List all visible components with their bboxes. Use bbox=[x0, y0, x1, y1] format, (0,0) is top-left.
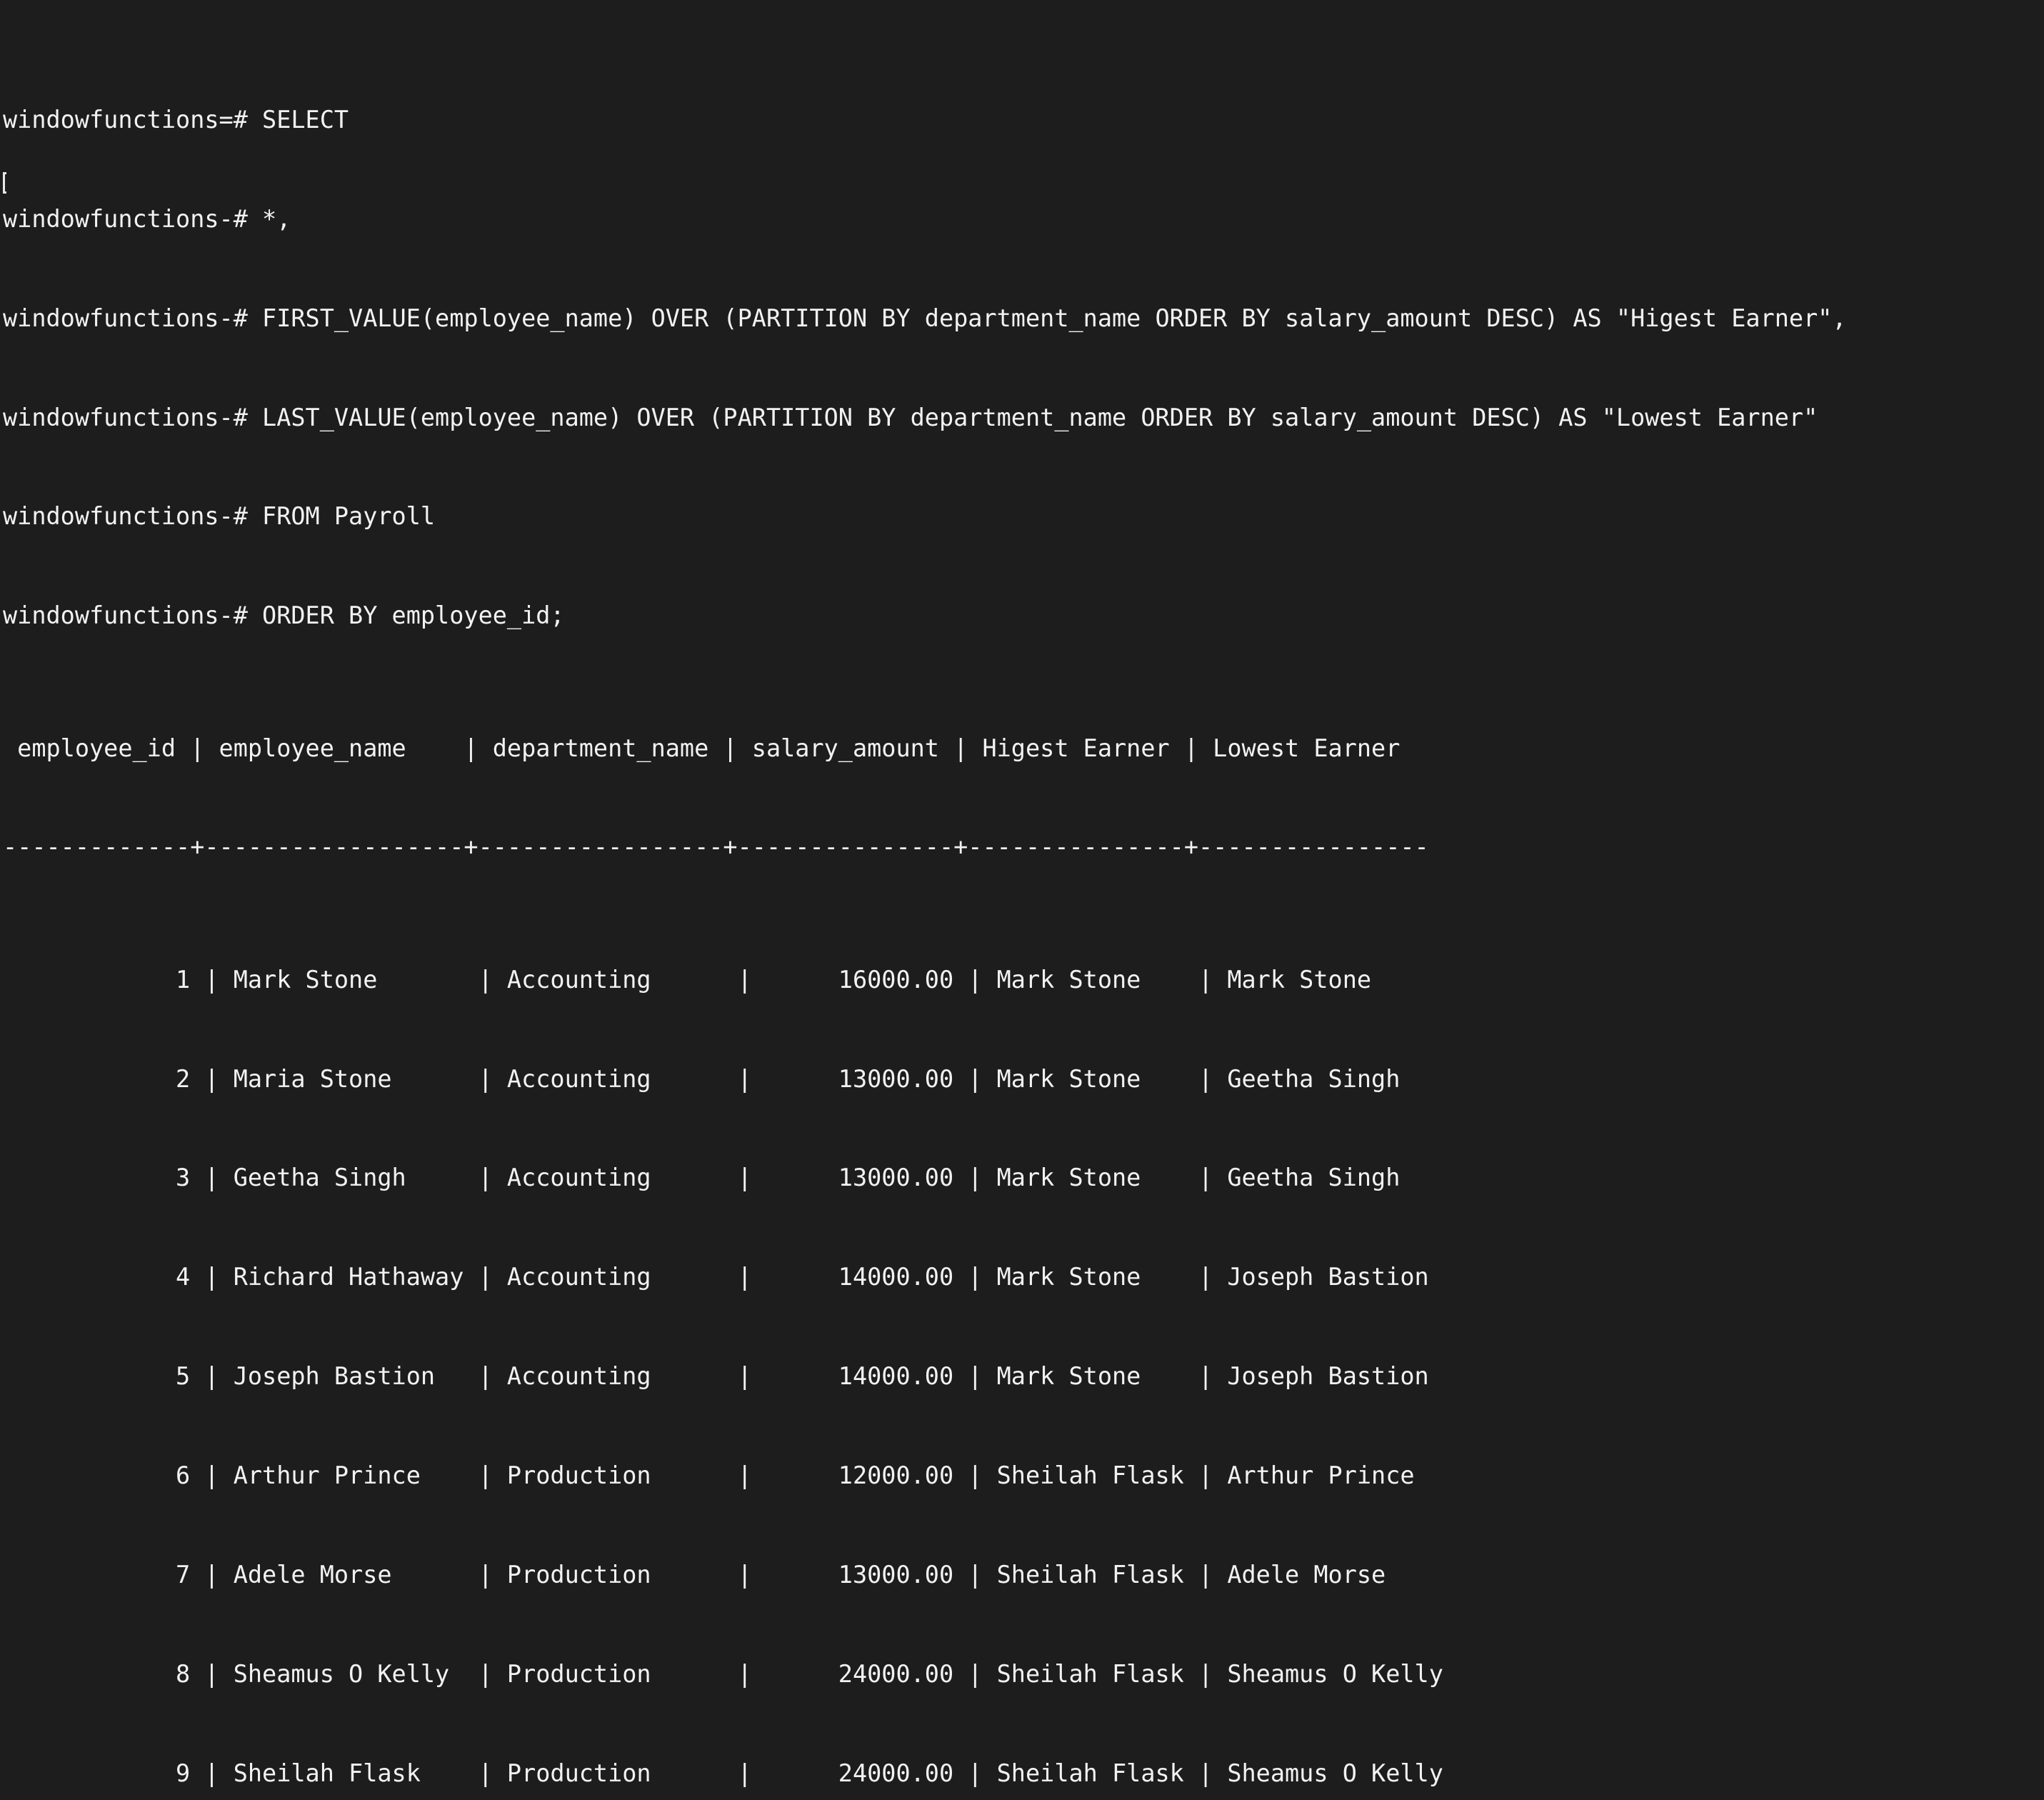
query-line-2: windowfunctions-# *, bbox=[3, 204, 291, 233]
terminal-output-area[interactable]: windowfunctions=# SELECT windowfunctions… bbox=[0, 0, 2044, 1787]
query-line-5: windowfunctions-# FROM Payroll bbox=[3, 502, 436, 531]
query-line-6: windowfunctions-# ORDER BY employee_id; bbox=[3, 601, 565, 630]
table-row: 5 | Joseph Bastion | Accounting | 14000.… bbox=[3, 1362, 1458, 1391]
query-line-3: windowfunctions-# FIRST_VALUE(employee_n… bbox=[3, 304, 1847, 332]
table-row: 6 | Arthur Prince | Production | 12000.0… bbox=[3, 1461, 1458, 1490]
query-line-4: windowfunctions-# LAST_VALUE(employee_na… bbox=[3, 403, 1818, 431]
table-row: 3 | Geetha Singh | Accounting | 13000.00… bbox=[3, 1164, 1458, 1192]
table-row: 2 | Maria Stone | Accounting | 13000.00 … bbox=[3, 1064, 1458, 1093]
table-row: 9 | Sheilah Flask | Production | 24000.0… bbox=[3, 1759, 1458, 1787]
terminal-window: windowfunctions=# SELECT windowfunctions… bbox=[0, 0, 2044, 1787]
table-separator: -------------+------------------+-------… bbox=[3, 833, 1429, 861]
table-row: 1 | Mark Stone | Accounting | 16000.00 |… bbox=[3, 965, 1458, 994]
table-header-row: employee_id | employee_name | department… bbox=[3, 734, 1401, 762]
table-row: 8 | Sheamus O Kelly | Production | 24000… bbox=[3, 1659, 1458, 1688]
query-line-1: windowfunctions=# SELECT bbox=[3, 105, 349, 134]
table-row: 7 | Adele Morse | Production | 13000.00 … bbox=[3, 1560, 1458, 1589]
table-row: 4 | Richard Hathaway | Accounting | 1400… bbox=[3, 1263, 1458, 1291]
